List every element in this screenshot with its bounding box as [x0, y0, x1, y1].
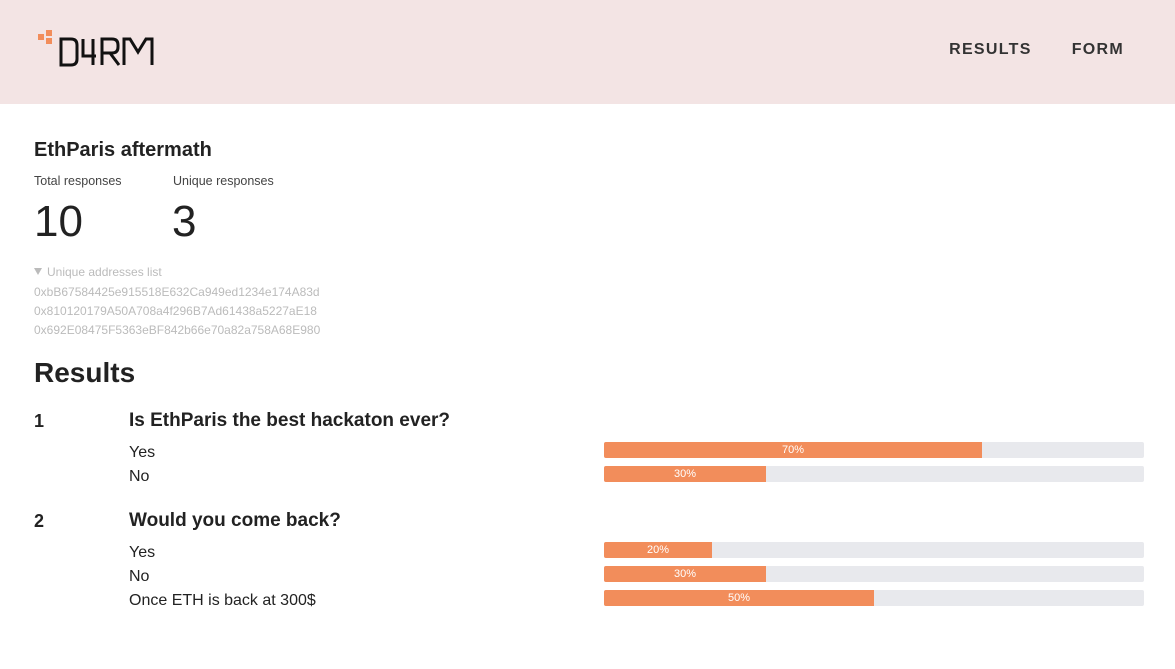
caret-down-icon	[34, 268, 42, 275]
total-responses-value: 10	[34, 197, 83, 246]
question-number: 1	[34, 411, 45, 431]
results-heading: Results	[34, 357, 136, 388]
unique-addresses-toggle[interactable]: Unique addresses list	[34, 265, 162, 279]
result-bar-percent: 30%	[673, 468, 697, 480]
result-bar: 30%	[604, 566, 1144, 582]
option-label: No	[129, 568, 150, 585]
address-item: 0x810120179A50A708a4f296B7Ad61438a5227aE…	[34, 304, 317, 318]
result-bar: 20%	[604, 542, 1144, 558]
result-bar: 50%	[604, 590, 1144, 606]
nav-results-link[interactable]: RESULTS	[949, 41, 1032, 59]
option-label: No	[129, 468, 150, 485]
question-text: Would you come back?	[129, 510, 341, 531]
option-label: Yes	[129, 444, 156, 461]
survey-title: EthParis aftermath	[34, 139, 212, 161]
unique-addresses-toggle-label: Unique addresses list	[47, 265, 162, 279]
result-bar-percent: 50%	[727, 592, 751, 604]
total-responses-label: Total responses	[34, 174, 122, 188]
option-label: Once ETH is back at 300$	[129, 592, 316, 609]
nav-form-link[interactable]: FORM	[1072, 41, 1124, 59]
unique-responses-value: 3	[172, 197, 197, 246]
address-item: 0xbB67584425e915518E632Ca949ed1234e174A8…	[34, 285, 320, 299]
unique-addresses-list: 0xbB67584425e915518E632Ca949ed1234e174A8…	[34, 283, 320, 340]
result-bar-percent: 30%	[673, 568, 697, 580]
option-label: Yes	[129, 544, 156, 561]
result-bar-percent: 20%	[646, 544, 670, 556]
unique-responses-label: Unique responses	[173, 174, 274, 188]
d4rm-logo[interactable]	[38, 30, 158, 70]
question-number: 2	[34, 511, 45, 531]
main-nav: RESULTS FORM	[949, 41, 1124, 59]
result-bar-percent: 70%	[781, 444, 805, 456]
address-item: 0x692E08475F5363eBF842b66e70a82a758A68E9…	[34, 323, 321, 337]
result-bar: 30%	[604, 466, 1144, 482]
result-bar: 70%	[604, 442, 1144, 458]
question-text: Is EthParis the best hackaton ever?	[129, 410, 451, 431]
d4rm-logo-mark	[38, 30, 154, 67]
app-header: RESULTS FORM	[0, 0, 1175, 104]
